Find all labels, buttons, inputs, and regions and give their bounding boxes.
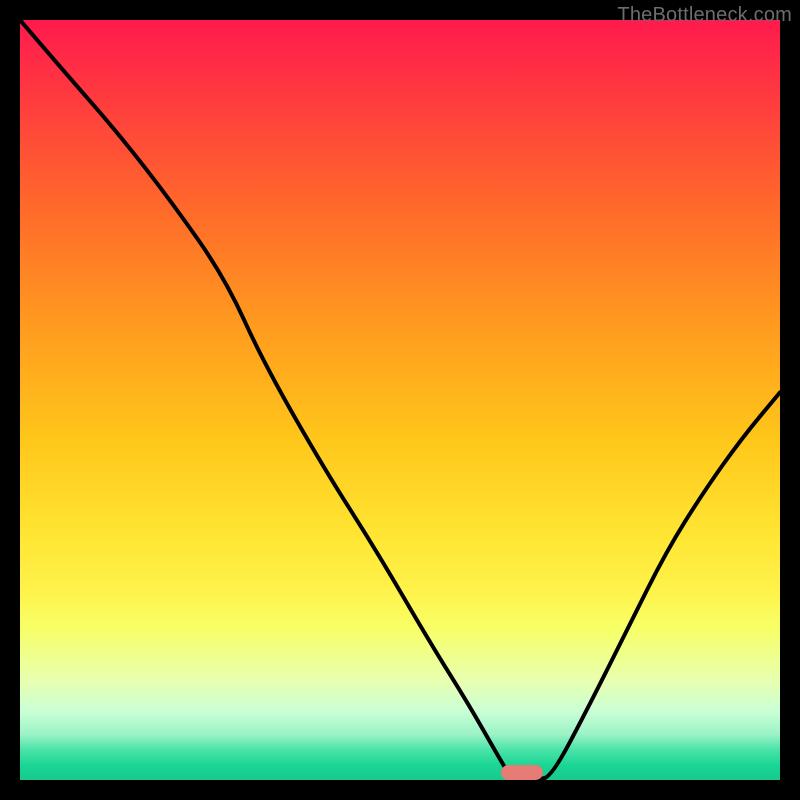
optimal-marker [501,765,543,780]
watermark-text: TheBottleneck.com [617,4,792,27]
chart-frame: TheBottleneck.com [0,0,800,800]
bottleneck-curve [20,20,780,780]
chart-curve-layer [20,20,780,780]
